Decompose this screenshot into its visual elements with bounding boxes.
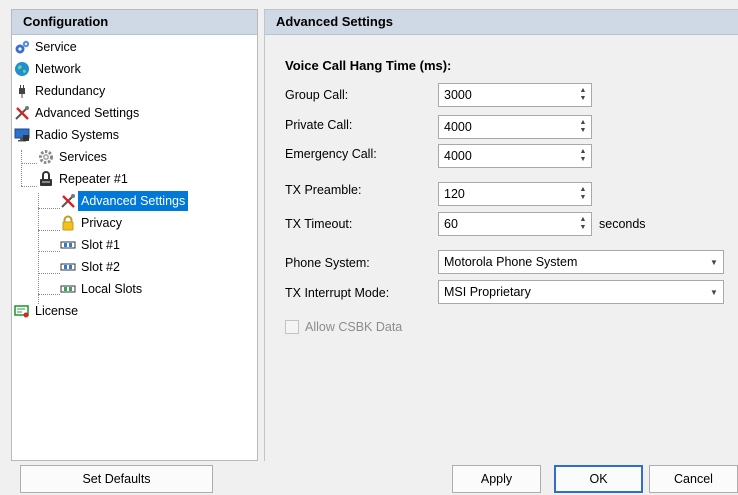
tree-item-network[interactable]: Network xyxy=(14,59,84,79)
tree-item-label: Radio Systems xyxy=(35,128,120,142)
tx-timeout-stepper[interactable]: 60 ▲ ▼ xyxy=(438,212,592,236)
tree-item-license[interactable]: License xyxy=(14,301,81,321)
tx-interrupt-mode-value: MSI Proprietary xyxy=(444,285,531,299)
apply-button[interactable]: Apply xyxy=(452,465,541,493)
tree-item-slot-1[interactable]: Slot #1 xyxy=(60,235,123,255)
group-call-value[interactable]: 3000 xyxy=(439,88,576,102)
globe-icon xyxy=(14,61,30,77)
tree-item-local-slots[interactable]: Local Slots xyxy=(60,279,145,299)
private-call-label: Private Call: xyxy=(285,118,353,132)
local-slot-icon xyxy=(60,281,76,297)
tools-icon xyxy=(60,193,76,209)
tx-interrupt-mode-label: TX Interrupt Mode: xyxy=(285,286,390,300)
advanced-settings-header: Advanced Settings xyxy=(265,10,738,35)
phone-system-select[interactable]: Motorola Phone System ▼ xyxy=(438,250,724,274)
plug-icon xyxy=(14,83,30,99)
spin-arrows-icon[interactable]: ▲ ▼ xyxy=(576,213,590,235)
phone-system-value: Motorola Phone System xyxy=(444,255,578,269)
tx-timeout-label: TX Timeout: xyxy=(285,217,353,231)
allow-csbk-checkbox[interactable]: Allow CSBK Data xyxy=(285,320,402,334)
emergency-call-label: Emergency Call: xyxy=(285,147,377,161)
monitor-icon xyxy=(14,127,30,143)
chevron-down-icon[interactable]: ▼ xyxy=(705,258,723,267)
set-defaults-button[interactable]: Set Defaults xyxy=(20,465,213,493)
emergency-call-stepper[interactable]: 4000 ▲ ▼ xyxy=(438,144,592,168)
tree-item-label: Network xyxy=(35,62,81,76)
private-call-value[interactable]: 4000 xyxy=(439,120,576,134)
tree-item-label: Service xyxy=(35,40,77,54)
tree-item-service[interactable]: Service xyxy=(14,37,80,57)
tx-timeout-unit: seconds xyxy=(599,217,646,231)
tree-item-label: Redundancy xyxy=(35,84,106,98)
tx-timeout-value[interactable]: 60 xyxy=(439,217,576,231)
chevron-down-icon[interactable]: ▼ xyxy=(705,288,723,297)
tx-interrupt-mode-select[interactable]: MSI Proprietary ▼ xyxy=(438,280,724,304)
tree-item-privacy[interactable]: Privacy xyxy=(60,213,125,233)
tx-preamble-label: TX Preamble: xyxy=(285,183,362,197)
tree-item-label: Slot #1 xyxy=(81,238,120,252)
tree-item-label: Advanced Settings xyxy=(35,106,140,120)
tree-item-redundancy[interactable]: Redundancy xyxy=(14,81,108,101)
spin-arrows-icon[interactable]: ▲ ▼ xyxy=(576,183,590,205)
phone-system-label: Phone System: xyxy=(285,256,370,270)
tree-item-label: Repeater #1 xyxy=(59,172,128,186)
spin-arrows-icon[interactable]: ▲ ▼ xyxy=(576,145,590,167)
slot-icon xyxy=(60,259,76,275)
tree-item-repeater-1[interactable]: Repeater #1 xyxy=(38,169,131,189)
tree-item-label: Privacy xyxy=(81,216,122,230)
tree-item-label: Slot #2 xyxy=(81,260,120,274)
gear-icon xyxy=(38,149,54,165)
voice-call-hang-time-title: Voice Call Hang Time (ms): xyxy=(285,58,452,73)
ok-button[interactable]: OK xyxy=(554,465,643,493)
tree-item-label: Services xyxy=(59,150,107,164)
configuration-panel: Configuration Service Network Redundancy… xyxy=(11,9,258,461)
tx-preamble-value[interactable]: 120 xyxy=(439,187,576,201)
tree-item-label: License xyxy=(35,304,79,318)
configuration-header: Configuration xyxy=(12,10,257,35)
allow-csbk-label: Allow CSBK Data xyxy=(305,320,403,334)
group-call-label: Group Call: xyxy=(285,88,349,102)
emergency-call-value[interactable]: 4000 xyxy=(439,149,576,163)
spin-arrows-icon[interactable]: ▲ ▼ xyxy=(576,84,590,106)
advanced-settings-panel: Advanced Settings Voice Call Hang Time (… xyxy=(264,9,738,461)
gears-icon xyxy=(14,39,30,55)
tree-item-label: Advanced Settings xyxy=(78,191,189,211)
lock-icon xyxy=(60,215,76,231)
group-call-stepper[interactable]: 3000 ▲ ▼ xyxy=(438,83,592,107)
spin-arrows-icon[interactable]: ▲ ▼ xyxy=(576,116,590,138)
tree-item-label: Local Slots xyxy=(81,282,143,296)
tx-preamble-stepper[interactable]: 120 ▲ ▼ xyxy=(438,182,592,206)
tree-item-radio-systems[interactable]: Radio Systems xyxy=(14,125,122,145)
tools-icon xyxy=(14,105,30,121)
cancel-button[interactable]: Cancel xyxy=(649,465,738,493)
tree-item-repeater-advanced-settings[interactable]: Advanced Settings xyxy=(60,191,189,211)
tree-item-slot-2[interactable]: Slot #2 xyxy=(60,257,123,277)
slot-icon xyxy=(60,237,76,253)
repeater-icon xyxy=(38,171,54,187)
checkbox-box[interactable] xyxy=(285,320,299,334)
private-call-stepper[interactable]: 4000 ▲ ▼ xyxy=(438,115,592,139)
tree-item-advanced-settings[interactable]: Advanced Settings xyxy=(14,103,142,123)
license-icon xyxy=(14,303,30,319)
tree-item-services[interactable]: Services xyxy=(38,147,110,167)
